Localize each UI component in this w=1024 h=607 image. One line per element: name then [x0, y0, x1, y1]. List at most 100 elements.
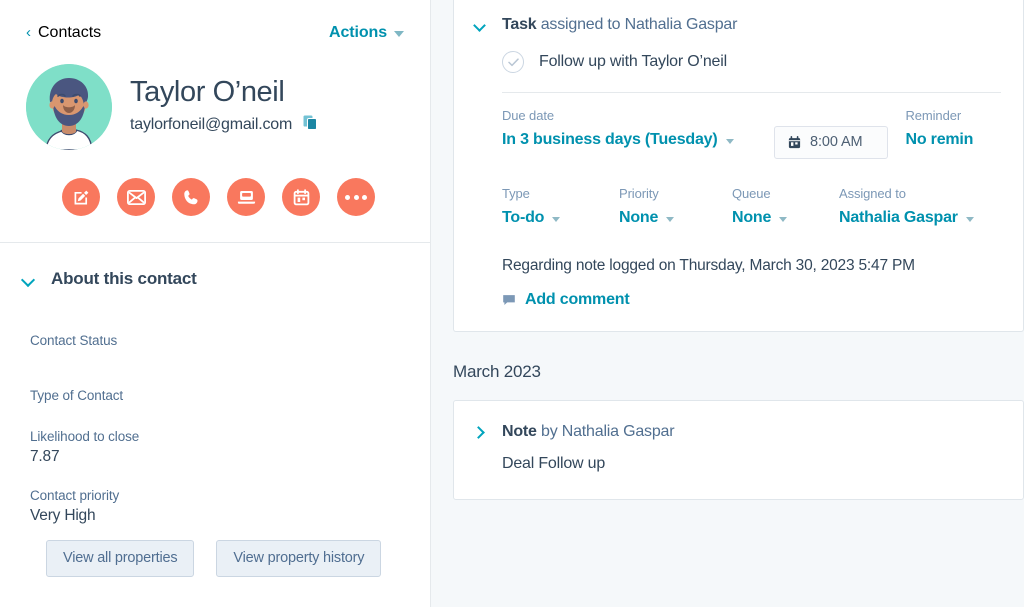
- check-circle-icon[interactable]: [502, 51, 524, 73]
- task-header-text: Task assigned to Nathalia Gaspar: [502, 16, 737, 34]
- about-title: About this contact: [51, 269, 197, 288]
- month-label: March 2023: [453, 362, 541, 381]
- contact-name: Taylor O’neil: [130, 76, 285, 109]
- calendar-clock-icon: [788, 135, 801, 148]
- caret-down-icon: [779, 216, 788, 222]
- phone-icon: [183, 189, 197, 204]
- task-button[interactable]: [282, 178, 320, 216]
- call-button[interactable]: [172, 178, 210, 216]
- month-divider: March 2023: [453, 332, 1024, 400]
- task-header-type: Task: [502, 16, 537, 33]
- more-button[interactable]: [337, 178, 375, 216]
- chevron-left-icon: ‹: [26, 23, 31, 41]
- reminder-field: Reminder No remin: [906, 108, 974, 149]
- laptop-icon: [237, 191, 255, 204]
- email-row: taylorfoneil@gmail.com: [130, 115, 318, 136]
- ellipsis-icon: [345, 194, 367, 200]
- property-list: Contact Status Type of Contact Likelihoo…: [0, 333, 430, 525]
- task-card-header: Task assigned to Nathalia Gaspar: [454, 0, 1023, 34]
- task-name: Follow up with Taylor O’neil: [539, 53, 727, 70]
- property-label: Likelihood to close: [30, 429, 140, 444]
- property-buttons: View all properties View property histor…: [0, 525, 430, 577]
- task-title-row: Follow up with Taylor O’neil: [454, 34, 1023, 73]
- property-contact-priority: Contact priority Very High: [30, 488, 404, 525]
- caret-down-icon: [666, 216, 675, 222]
- note-header-type: Note: [502, 423, 537, 440]
- property-likelihood-to-close: Likelihood to close 7.87: [30, 429, 404, 466]
- contact-identity: Taylor O’neil taylorfoneil@gmail.com: [0, 46, 430, 150]
- queue-label: Queue: [732, 186, 771, 201]
- reminder-dropdown[interactable]: No remin: [906, 131, 974, 149]
- property-value[interactable]: 7.87: [30, 448, 404, 466]
- assigned-to-dropdown[interactable]: Nathalia Gaspar: [839, 209, 974, 227]
- view-all-properties-button[interactable]: View all properties: [46, 540, 195, 577]
- property-label: Contact Status: [30, 333, 118, 348]
- queue-dropdown[interactable]: None: [732, 209, 839, 227]
- note-button[interactable]: [62, 178, 100, 216]
- breadcrumb-label: Contacts: [38, 24, 102, 41]
- identity-text: Taylor O’neil taylorfoneil@gmail.com: [130, 76, 318, 137]
- comment-bubble-icon: [503, 294, 515, 305]
- quick-action-bar: [0, 150, 430, 216]
- caret-down-icon: [965, 216, 974, 222]
- add-comment-label: Add comment: [525, 291, 630, 308]
- note-card-header: Note by Nathalia Gaspar: [454, 401, 1023, 441]
- chevron-down-icon[interactable]: [474, 19, 486, 31]
- note-header-rest: by Nathalia Gaspar: [536, 423, 675, 440]
- due-date-field: Due date In 3 business days (Tuesday): [502, 108, 760, 149]
- due-time-input[interactable]: 8:00 AM: [774, 126, 888, 159]
- chevron-right-icon[interactable]: [474, 426, 486, 438]
- property-type-of-contact: Type of Contact: [30, 388, 404, 403]
- property-value[interactable]: Very High: [30, 507, 404, 525]
- actions-dropdown[interactable]: Actions: [329, 24, 404, 42]
- task-header-rest: assigned to Nathalia Gaspar: [536, 16, 738, 33]
- caret-down-icon: [552, 216, 561, 222]
- type-value: To-do: [502, 209, 545, 226]
- about-section-toggle[interactable]: About this contact: [0, 243, 430, 289]
- queue-field: Queue None: [732, 186, 839, 227]
- priority-value: None: [619, 209, 659, 226]
- assigned-to-field: Assigned to Nathalia Gaspar: [839, 186, 974, 227]
- chevron-down-icon: [22, 273, 35, 286]
- note-card: Note by Nathalia Gaspar Deal Follow up: [453, 400, 1024, 500]
- type-label: Type: [502, 186, 530, 201]
- type-field: Type To-do: [502, 186, 619, 227]
- add-comment-button[interactable]: Add comment: [454, 275, 1023, 309]
- reminder-value: No remin: [905, 131, 974, 148]
- due-time-value: 8:00 AM: [810, 134, 863, 150]
- priority-label: Priority: [619, 186, 659, 201]
- email-button[interactable]: [117, 178, 155, 216]
- priority-field: Priority None: [619, 186, 732, 227]
- contact-sidebar: ‹ Contacts Actions Taylor O’neil taylorf…: [0, 0, 430, 607]
- contact-email: taylorfoneil@gmail.com: [130, 116, 293, 134]
- actions-label: Actions: [329, 24, 387, 41]
- task-card: Task assigned to Nathalia Gaspar Follow …: [453, 0, 1024, 332]
- due-date-value: In 3 business days (Tuesday): [502, 131, 718, 148]
- due-date-label: Due date: [502, 108, 554, 123]
- property-contact-status: Contact Status: [30, 333, 404, 348]
- copy-icon[interactable]: [303, 115, 318, 136]
- priority-dropdown[interactable]: None: [619, 209, 732, 227]
- due-date-dropdown[interactable]: In 3 business days (Tuesday): [502, 131, 760, 149]
- meeting-button[interactable]: [227, 178, 265, 216]
- regarding-note-text: Regarding note logged on Thursday, March…: [502, 257, 915, 274]
- activity-timeline: Task assigned to Nathalia Gaspar Follow …: [430, 0, 1024, 607]
- task-attributes-row: Type To-do Priority None Queue None Assi…: [454, 159, 1023, 227]
- view-property-history-button[interactable]: View property history: [216, 540, 382, 577]
- sidebar-topbar: ‹ Contacts Actions: [0, 0, 430, 46]
- property-label: Contact priority: [30, 488, 120, 503]
- assigned-to-label: Assigned to: [839, 186, 906, 201]
- app-root: ‹ Contacts Actions Taylor O’neil taylorf…: [0, 0, 1024, 607]
- avatar: [26, 64, 112, 150]
- due-date-row: Due date In 3 business days (Tuesday) 8:…: [454, 93, 1023, 159]
- property-label: Type of Contact: [30, 388, 124, 403]
- assigned-to-value: Nathalia Gaspar: [839, 209, 958, 226]
- type-dropdown[interactable]: To-do: [502, 209, 619, 227]
- breadcrumb-contacts[interactable]: ‹ Contacts: [26, 24, 101, 42]
- caret-down-icon: [725, 138, 734, 144]
- reminder-label: Reminder: [905, 108, 962, 123]
- note-header-text: Note by Nathalia Gaspar: [502, 423, 675, 441]
- note-body: Deal Follow up: [502, 455, 606, 472]
- envelope-icon: [126, 189, 146, 205]
- calendar-icon: [293, 188, 309, 205]
